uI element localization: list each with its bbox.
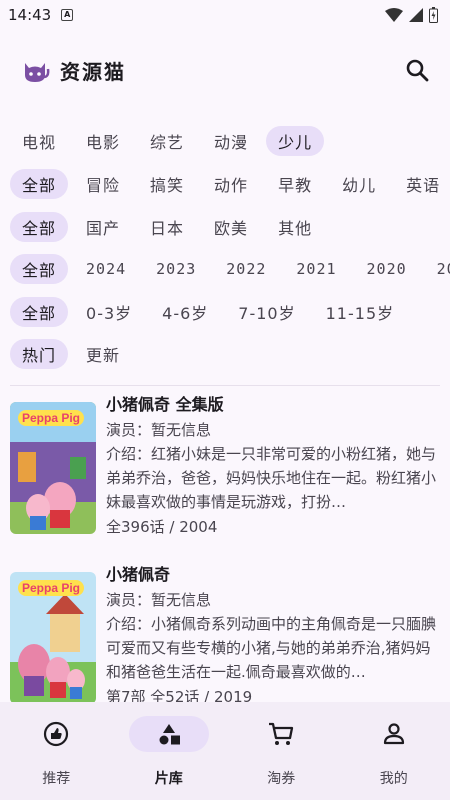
region-chip-other[interactable]: 其他	[266, 212, 324, 242]
year-chip-2023[interactable]: 2023	[144, 254, 208, 284]
age-chip-11-15[interactable]: 11-15岁	[314, 297, 407, 327]
age-chip-7-10[interactable]: 7-10岁	[226, 297, 307, 327]
app-title: 资源猫	[60, 59, 126, 84]
battery-icon	[429, 7, 438, 23]
region-chip-japan[interactable]: 日本	[138, 212, 196, 242]
item-meta: 全396话 / 2004	[106, 518, 218, 536]
genre-chip-adventure[interactable]: 冒险	[74, 169, 132, 199]
genre-filter-row: 全部 冒险 搞笑 动作 早教 幼儿 英语	[0, 167, 450, 201]
age-chip-0-3[interactable]: 0-3岁	[74, 297, 144, 327]
cart-icon	[269, 722, 294, 745]
poster-image: Peppa Pig	[10, 402, 96, 534]
status-bar: 14:43 A	[0, 0, 450, 30]
genre-chip-action[interactable]: 动作	[202, 169, 260, 199]
age-chip-all[interactable]: 全部	[10, 297, 69, 327]
wifi-icon	[385, 8, 403, 22]
nav-item-mine[interactable]: 我的	[338, 702, 450, 800]
item-actors: 演员：暂无信息	[106, 591, 212, 609]
cat-logo-icon	[25, 63, 50, 82]
sort-chip-updated[interactable]: 更新	[74, 339, 132, 369]
poster-logo-text: Peppa Pig	[18, 580, 85, 596]
filter-divider	[10, 385, 440, 386]
poster-image: Peppa Pig	[10, 572, 96, 704]
region-chip-domestic[interactable]: 国产	[74, 212, 132, 242]
nav-label: 我的	[379, 771, 408, 787]
search-icon	[406, 59, 429, 82]
person-icon	[383, 723, 404, 745]
year-chip-2024[interactable]: 2024	[74, 254, 138, 284]
category-filter-row: 电视 电影 综艺 动漫 少儿	[0, 124, 450, 158]
region-chip-all[interactable]: 全部	[10, 212, 69, 242]
region-chip-west[interactable]: 欧美	[202, 212, 260, 242]
library-shapes-icon	[159, 724, 180, 745]
notification-a-icon: A	[61, 9, 74, 21]
year-chip-all[interactable]: 全部	[10, 254, 69, 284]
item-title: 小猪佩奇 全集版	[106, 395, 224, 414]
category-chip-tv[interactable]: 电视	[10, 126, 68, 156]
item-intro: 介绍：红猪小妹是一只非常可爱的小粉红猪，她与弟弟乔治，爸爸，妈妈快乐地住在一起。…	[106, 445, 437, 511]
thumb-up-icon	[44, 721, 69, 747]
year-chip-2022[interactable]: 2022	[214, 254, 278, 284]
category-chip-movie[interactable]: 电影	[74, 126, 132, 156]
item-title: 小猪佩奇	[106, 565, 171, 584]
nav-item-recommend[interactable]: 推荐	[0, 702, 113, 800]
status-time: 14:43	[8, 6, 52, 24]
nav-item-library[interactable]: 片库	[113, 702, 226, 800]
signal-icon	[409, 8, 423, 22]
nav-label: 推荐	[42, 771, 71, 787]
search-button[interactable]	[402, 55, 432, 85]
year-chip-partial[interactable]: 20	[425, 254, 450, 284]
age-chip-4-6[interactable]: 4-6岁	[150, 297, 220, 327]
age-filter-row: 全部 0-3岁 4-6岁 7-10岁 11-15岁	[0, 295, 450, 329]
year-chip-2021[interactable]: 2021	[284, 254, 348, 284]
year-filter-row: 全部 2024 2023 2022 2021 2020 20	[0, 252, 450, 286]
item-actors: 演员：暂无信息	[106, 421, 212, 439]
list-item[interactable]: Peppa Pig 小猪佩奇 演员：暂无信息 介绍：小猪佩奇系列动画中的主角佩奇…	[10, 562, 440, 712]
item-intro: 介绍：小猪佩奇系列动画中的主角佩奇是一只腼腆可爱而又有些专横的小猪,与她的弟弟乔…	[106, 615, 437, 681]
genre-chip-early-education[interactable]: 早教	[266, 169, 324, 199]
poster-logo-text: Peppa Pig	[18, 410, 85, 426]
year-chip-2020[interactable]: 2020	[355, 254, 419, 284]
genre-chip-english[interactable]: 英语	[394, 169, 450, 199]
nav-item-coupons[interactable]: 淘券	[225, 702, 338, 800]
app-bar: 资源猫	[0, 44, 450, 96]
genre-chip-toddler[interactable]: 幼儿	[330, 169, 388, 199]
bottom-nav: 推荐 片库 淘券 我的	[0, 702, 450, 800]
list-item[interactable]: Peppa Pig 小猪佩奇 全集版 演员：暂无信息 介绍：红猪小妹是一只非常可…	[10, 392, 440, 542]
category-chip-anime[interactable]: 动漫	[202, 126, 260, 156]
category-chip-variety[interactable]: 综艺	[138, 126, 196, 156]
nav-label: 片库	[154, 771, 183, 787]
nav-label: 淘券	[267, 771, 296, 787]
sort-chip-hot[interactable]: 热门	[10, 339, 69, 369]
genre-chip-comedy[interactable]: 搞笑	[138, 169, 196, 199]
category-chip-kids[interactable]: 少儿	[266, 126, 325, 156]
region-filter-row: 全部 国产 日本 欧美 其他	[0, 210, 450, 244]
genre-chip-all[interactable]: 全部	[10, 169, 69, 199]
sort-filter-row: 热门 更新	[0, 337, 450, 371]
